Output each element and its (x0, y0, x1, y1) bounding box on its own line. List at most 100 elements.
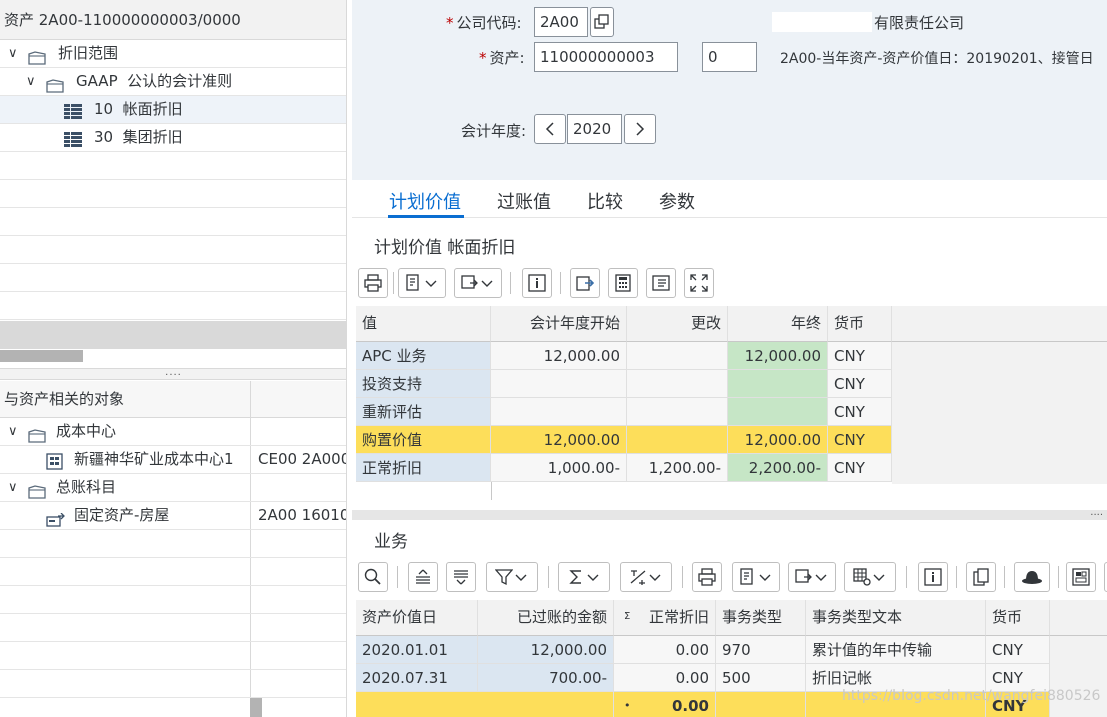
tree-node-group-depreciation[interactable]: 30 集团折旧 (0, 124, 346, 152)
column-header[interactable]: 会计年度开始 (491, 306, 627, 342)
sort-ascending-button[interactable] (408, 562, 438, 592)
cell-end[interactable] (728, 370, 828, 398)
info-button[interactable] (522, 268, 552, 298)
tree-node-depreciation-areas[interactable]: ∨ 折旧范围 (0, 40, 346, 68)
total-row-label (356, 692, 614, 717)
cell-change[interactable] (627, 398, 728, 426)
section-splitter[interactable]: .... (352, 508, 1107, 520)
column-header[interactable]: 事务类型 (716, 600, 806, 636)
variant-button[interactable] (1066, 562, 1096, 592)
sum-menu-button[interactable] (558, 562, 610, 592)
personalize-button[interactable] (1014, 562, 1050, 592)
row-label: APC 业务 (356, 342, 491, 370)
cell-date[interactable]: 2020.07.31 (356, 664, 478, 692)
export-menu-button[interactable] (398, 268, 446, 298)
prev-year-button[interactable] (534, 114, 566, 144)
cell-start[interactable]: 12,000.00 (491, 342, 627, 370)
tab-posted-values[interactable]: 过账值 (497, 188, 551, 214)
layout-menu-button[interactable] (454, 268, 502, 298)
tab-comparison[interactable]: 比较 (587, 188, 623, 214)
cell-end[interactable]: 2,200.00- (728, 454, 828, 482)
cell-change[interactable]: 1,200.00- (627, 454, 728, 482)
export-menu-button[interactable] (732, 562, 780, 592)
asset-number-input[interactable]: 110000000003 (534, 42, 678, 72)
hat-icon (1022, 571, 1042, 584)
fiscal-year-input[interactable]: 2020 (567, 114, 622, 144)
cell-change[interactable] (627, 426, 728, 454)
column-header: 正常折旧 (648, 608, 709, 626)
details-icon (652, 275, 670, 291)
cell-start[interactable] (491, 398, 627, 426)
simulate-button[interactable] (570, 268, 600, 298)
object-empty-row (0, 642, 346, 670)
column-header[interactable]: 更改 (627, 306, 728, 342)
company-code-input[interactable]: 2A00 (534, 7, 588, 37)
chevron-down-icon (515, 574, 527, 581)
column-header[interactable]: 事务类型文本 (806, 600, 986, 636)
column-header[interactable]: 资产价值日 (356, 600, 478, 636)
tree-empty-row (0, 208, 346, 236)
sort-descending-button[interactable] (446, 562, 476, 592)
calculator-button[interactable] (608, 268, 638, 298)
chevron-down-icon[interactable]: ∨ (8, 418, 18, 445)
scrollbar-thumb[interactable] (250, 698, 262, 717)
tree-node-gaap[interactable]: ∨ GAAP 公认的会计准则 (0, 68, 346, 96)
sum-icon (569, 570, 581, 584)
cell-start[interactable]: 12,000.00 (491, 426, 627, 454)
cell-start[interactable] (491, 370, 627, 398)
cell-amount[interactable]: 12,000.00 (478, 636, 614, 664)
object-row-gl-account[interactable]: 固定资产-房屋 2A00 160101 (0, 502, 346, 530)
next-year-button[interactable] (624, 114, 656, 144)
chevron-down-icon[interactable]: ∨ (8, 40, 18, 67)
column-header[interactable]: 年终 (728, 306, 828, 342)
copy-button[interactable] (966, 562, 996, 592)
print-icon (698, 568, 716, 586)
cell-type[interactable]: 970 (716, 636, 806, 664)
cell-date[interactable]: 2020.01.01 (356, 636, 478, 664)
print-button[interactable] (358, 268, 388, 298)
chevron-down-icon[interactable]: ∨ (26, 68, 36, 95)
cell-depreciation[interactable]: 0.00 (614, 664, 716, 692)
simulate-icon (576, 276, 594, 291)
cell-type-text[interactable]: 累计值的年中传输 (806, 636, 986, 664)
column-header[interactable]: 货币 (828, 306, 892, 342)
sort-ascending-icon (416, 569, 430, 584)
subtotal-menu-button[interactable] (620, 562, 672, 592)
tab-planned-values[interactable]: 计划价值 (389, 188, 461, 214)
cell-change[interactable] (627, 342, 728, 370)
cell-change[interactable] (627, 370, 728, 398)
column-header-dep[interactable]: Σ 正常折旧 (614, 600, 716, 636)
value-help-button[interactable] (590, 7, 614, 37)
tree-node-label: 折旧范围 (58, 44, 119, 62)
object-node-cost-center[interactable]: ∨ 成本中心 (0, 418, 346, 446)
zoom-button[interactable] (358, 562, 388, 592)
cell-type[interactable]: 500 (716, 664, 806, 692)
object-node-gl-account[interactable]: ∨ 总账科目 (0, 474, 346, 502)
scrollbar-thumb[interactable] (0, 350, 83, 362)
cell-start[interactable]: 1,000.00- (491, 454, 627, 482)
column-header[interactable]: 值 (356, 306, 491, 342)
object-label: 固定资产-房屋 (74, 506, 170, 524)
fullscreen-button[interactable] (684, 268, 714, 298)
print-button[interactable] (692, 562, 722, 592)
tab-parameters[interactable]: 参数 (659, 188, 695, 214)
cell-end[interactable]: 12,000.00 (728, 426, 828, 454)
layout-menu-button[interactable] (788, 562, 836, 592)
details-button[interactable] (646, 268, 676, 298)
object-row-cost-center[interactable]: 新疆神华矿业成本中心1 CE00 2A000 (0, 446, 346, 474)
horizontal-scrollbar[interactable] (0, 349, 346, 363)
cell-depreciation[interactable]: 0.00 (614, 636, 716, 664)
planned-values-toolbar (358, 268, 718, 302)
info-button[interactable] (918, 562, 948, 592)
column-header[interactable]: 已过账的金额 (478, 600, 614, 636)
column-header[interactable]: 货币 (986, 600, 1050, 636)
chevron-down-icon[interactable]: ∨ (8, 474, 18, 501)
cell-end[interactable]: 12,000.00 (728, 342, 828, 370)
cell-amount[interactable]: 700.00- (478, 664, 614, 692)
asset-subnumber-input[interactable]: 0 (702, 42, 757, 72)
cell-end[interactable] (728, 398, 828, 426)
settings-menu-button[interactable] (844, 562, 896, 592)
filter-menu-button[interactable] (486, 562, 538, 592)
panel-splitter[interactable]: .... (0, 368, 346, 380)
tree-node-book-depreciation[interactable]: 10 帐面折旧 (0, 96, 346, 124)
